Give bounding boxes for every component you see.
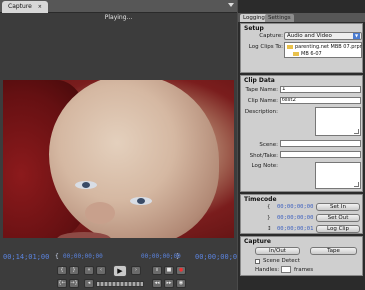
capture-panel: Capture × Playing... 00;14;01;00 { 00;00…: [0, 0, 241, 290]
out-point-timecode[interactable]: 00;00;00;00: [141, 253, 181, 260]
scene-search-button[interactable]: ◂◂: [152, 279, 162, 288]
set-out-button[interactable]: Set Out: [316, 214, 360, 222]
folder-row-bin[interactable]: MB 6-07: [293, 51, 322, 57]
folder-project-label: parenting.net MBB 07.prpr: [295, 44, 362, 50]
shot-take-label: Shot/Take:: [249, 153, 278, 159]
tape-name-input[interactable]: 1: [280, 86, 361, 93]
folder-icon: [293, 51, 299, 56]
video-face: [49, 80, 219, 238]
video-nose: [85, 202, 115, 224]
logging-panel: Logging Settings Setup Capture: Audio an…: [238, 0, 365, 290]
scene-input[interactable]: [280, 140, 361, 147]
scene-label: Scene:: [259, 142, 278, 148]
in-point-icon: {: [267, 204, 271, 210]
set-in-button[interactable]: {: [57, 266, 67, 275]
capture-tape-button[interactable]: Tape: [310, 247, 357, 255]
out-point-icon: }: [267, 215, 271, 221]
resize-handle-icon[interactable]: [354, 129, 359, 134]
timecode-title: Timecode: [244, 196, 277, 203]
folder-bin-label: MB 6-07: [301, 51, 322, 57]
setup-section: Setup Capture: Audio and Video ▼ Log Cli…: [240, 23, 363, 73]
status-text: Playing...: [104, 14, 133, 21]
video-preview: [3, 80, 234, 238]
logging-duration-timecode[interactable]: 00;00;00;01: [277, 226, 313, 232]
clip-name-label: Clip Name:: [247, 98, 278, 104]
setup-title: Setup: [244, 25, 264, 32]
folder-row-project[interactable]: parenting.net MBB 07.prpr: [287, 44, 362, 50]
logging-in-timecode[interactable]: 00;00;00;00: [277, 204, 313, 210]
log-clip-button[interactable]: Log Clip: [316, 225, 360, 233]
frames-label: frames: [294, 267, 314, 273]
description-label: Description:: [244, 109, 278, 115]
stop-button[interactable]: ■: [164, 266, 174, 275]
capture-select[interactable]: Audio and Video ▼: [284, 32, 362, 40]
handles-input[interactable]: [281, 266, 291, 273]
set-out-button[interactable]: }: [69, 266, 79, 275]
capture-tabstrip: Capture ×: [0, 0, 237, 13]
go-to-out-button[interactable]: →}: [69, 279, 79, 288]
video-eye-left: [75, 181, 97, 189]
capture-section: Capture In/Out Tape Scene Detect Handles…: [240, 236, 363, 276]
pause-button[interactable]: ॥: [152, 266, 162, 275]
description-textarea[interactable]: [315, 107, 361, 136]
duration-timecode[interactable]: 00;00;00;01: [195, 253, 241, 261]
video-eye-right: [130, 197, 152, 205]
tab-settings[interactable]: Settings: [265, 14, 294, 22]
tape-name-label: Tape Name:: [245, 87, 278, 93]
log-note-textarea[interactable]: [315, 162, 361, 189]
scene-detect-label: Scene Detect: [263, 258, 300, 264]
close-icon[interactable]: ×: [38, 4, 42, 10]
shuttle-left-button[interactable]: ◂: [84, 279, 94, 288]
in-point-timecode[interactable]: 00;00;00;00: [63, 253, 103, 260]
rewind-button[interactable]: «: [84, 266, 94, 275]
record-button[interactable]: ●: [176, 266, 186, 275]
log-clips-folder-tree[interactable]: parenting.net MBB 07.prpr MB 6-07: [284, 42, 362, 58]
panel-menu-icon[interactable]: [228, 3, 234, 7]
resize-handle-icon[interactable]: [354, 182, 359, 187]
shot-take-input[interactable]: [280, 151, 361, 158]
tab-capture[interactable]: Capture ×: [2, 1, 48, 13]
capture-label: Capture:: [259, 33, 283, 39]
play-button[interactable]: ▶: [113, 265, 127, 277]
set-in-button[interactable]: Set In: [316, 203, 360, 211]
scene-forward-button[interactable]: ▸▸: [164, 279, 174, 288]
current-timecode[interactable]: 00;14;01;00: [3, 253, 49, 261]
logging-out-timecode[interactable]: 00;00;00;00: [277, 215, 313, 221]
folder-icon: [287, 44, 293, 49]
clip-data-title: Clip Data: [244, 77, 275, 84]
in-point-icon: {: [55, 253, 59, 260]
go-to-in-button[interactable]: {←: [57, 279, 67, 288]
timecode-section: Timecode { 00;00;00;00 Set In } 00;00;00…: [240, 194, 363, 234]
jog-dial[interactable]: [96, 281, 144, 287]
scene-detect-checkbox[interactable]: [255, 259, 260, 264]
chevron-down-icon: ▼: [353, 33, 360, 39]
clip-name-input[interactable]: test2: [280, 97, 361, 104]
tab-logging[interactable]: Logging: [240, 14, 268, 22]
tab-capture-label: Capture: [8, 3, 32, 10]
step-back-button[interactable]: ‹: [96, 266, 106, 275]
handles-label: Handles:: [255, 267, 280, 273]
clip-data-section: Clip Data Tape Name: 1 Clip Name: test2 …: [240, 75, 363, 192]
capture-in-out-button[interactable]: In/Out: [255, 247, 300, 255]
capture-title: Capture: [244, 238, 271, 245]
capture-select-value: Audio and Video: [287, 33, 332, 39]
log-note-label: Log Note:: [251, 163, 278, 169]
duration-icon: ↕: [267, 226, 272, 232]
record-settings-button[interactable]: ◉: [176, 279, 186, 288]
step-forward-button[interactable]: ›: [131, 266, 141, 275]
logging-tabstrip: Logging Settings: [238, 13, 365, 22]
log-clips-to-label: Log Clips To:: [248, 44, 283, 50]
